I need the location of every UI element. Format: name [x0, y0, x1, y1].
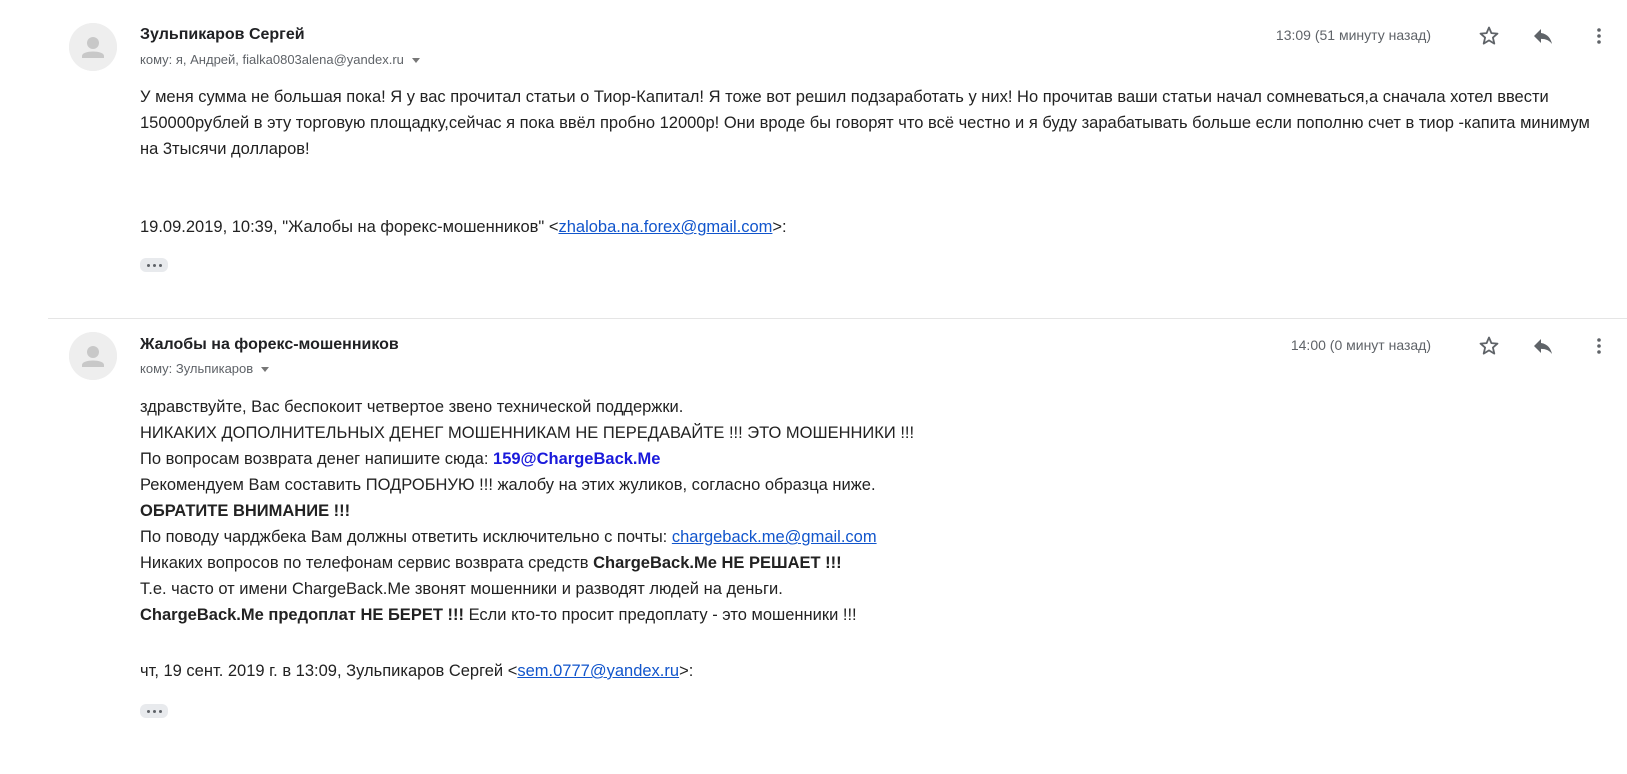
avatar[interactable]: [69, 23, 117, 71]
chargeback-address[interactable]: 159@ChargeBack.Me: [493, 450, 660, 468]
body-bold-text: ChargeBack.Me предоплат НЕ БЕРЕТ !!!: [140, 606, 464, 624]
reply-button[interactable]: [1531, 334, 1555, 358]
body-line-bold: ОБРАТИТЕ ВНИМАНИЕ !!!: [140, 502, 351, 520]
body-text: По вопросам возврата денег напишите сюда…: [140, 450, 494, 468]
body-line: Никаких вопросов по телефонам сервис воз…: [140, 550, 914, 576]
person-icon: [69, 23, 117, 71]
star-button[interactable]: [1477, 334, 1501, 358]
quote-email-link[interactable]: zhaloba.na.forex@gmail.com: [558, 218, 772, 236]
recipients-label: кому: я, Андрей, fialka0803alena@yandex.…: [140, 52, 404, 67]
sender-name[interactable]: Зульпикаров Сергей: [140, 26, 305, 44]
body-text: Если кто-то просит предоплату - это моше…: [463, 606, 857, 624]
body-text: По поводу чарджбека Вам должны ответить …: [140, 528, 672, 546]
body-line: По вопросам возврата денег напишите сюда…: [140, 446, 914, 472]
body-line: ChargeBack.Me предоплат НЕ БЕРЕТ !!! Есл…: [140, 602, 914, 628]
body-line: Рекомендуем Вам составить ПОДРОБНУЮ !!! …: [140, 476, 876, 494]
message-time: 14:00 (0 минут назад): [1290, 337, 1431, 353]
recipients-line[interactable]: кому: Зульпикаров: [140, 361, 270, 376]
message-time: 13:09 (51 минуту назад): [1275, 27, 1431, 43]
quote-header: 19.09.2019, 10:39, "Жалобы на форекс-мош…: [140, 218, 787, 237]
message-body: здравствуйте, Вас беспокоит четвертое зв…: [140, 394, 914, 628]
avatar[interactable]: [69, 332, 117, 380]
recipients-line[interactable]: кому: я, Андрей, fialka0803alena@yandex.…: [140, 52, 420, 67]
body-line: По поводу чарджбека Вам должны ответить …: [140, 524, 914, 550]
chargeback-email-link[interactable]: chargeback.me@gmail.com: [672, 528, 877, 546]
body-bold-text: ChargeBack.Me НЕ РЕШАЕТ !!!: [593, 554, 842, 572]
reply-icon: [1534, 339, 1552, 354]
message-body: У меня сумма не большая пока! Я у вас пр…: [140, 88, 1590, 158]
quote-prefix: 19.09.2019, 10:39, "Жалобы на форекс-мош…: [140, 218, 559, 236]
show-trimmed-content-button[interactable]: [140, 258, 168, 272]
star-icon: [1479, 336, 1499, 355]
star-button[interactable]: [1477, 24, 1501, 48]
quote-suffix: >:: [772, 218, 787, 236]
reply-icon: [1534, 29, 1552, 44]
ellipsis-icon: [146, 709, 150, 713]
body-line: НИКАКИХ ДОПОЛНИТЕЛЬНЫХ ДЕНЕГ МОШЕННИКАМ …: [140, 424, 915, 442]
sender-name[interactable]: Жалобы на форекс-мошенников: [140, 336, 399, 354]
quote-header: чт, 19 сент. 2019 г. в 13:09, Зульпикаро…: [140, 662, 693, 681]
body-line: Т.е. часто от имени ChargeBack.Me звонят…: [140, 580, 783, 598]
more-vertical-icon: [1597, 28, 1601, 44]
recipients-label: кому: Зульпикаров: [140, 361, 254, 376]
star-icon: [1479, 26, 1499, 45]
body-text: Никаких вопросов по телефонам сервис воз…: [140, 554, 594, 572]
more-button[interactable]: [1587, 334, 1611, 358]
chevron-down-icon[interactable]: [261, 367, 270, 373]
quote-email-link[interactable]: sem.0777@yandex.ru: [517, 662, 679, 680]
more-button[interactable]: [1587, 24, 1611, 48]
body-line: здравствуйте, Вас беспокоит четвертое зв…: [140, 398, 684, 416]
chevron-down-icon[interactable]: [411, 58, 420, 64]
email-message-2: Жалобы на форекс-мошенников кому: Зульпи…: [0, 318, 1627, 774]
show-trimmed-content-button[interactable]: [140, 704, 168, 718]
reply-button[interactable]: [1531, 24, 1555, 48]
person-icon: [69, 332, 117, 380]
quote-prefix: чт, 19 сент. 2019 г. в 13:09, Зульпикаро…: [140, 662, 518, 680]
more-vertical-icon: [1597, 338, 1601, 354]
quote-suffix: >:: [679, 662, 694, 680]
ellipsis-icon: [146, 263, 150, 267]
email-message-1: Зульпикаров Сергей кому: я, Андрей, fial…: [0, 0, 1627, 318]
